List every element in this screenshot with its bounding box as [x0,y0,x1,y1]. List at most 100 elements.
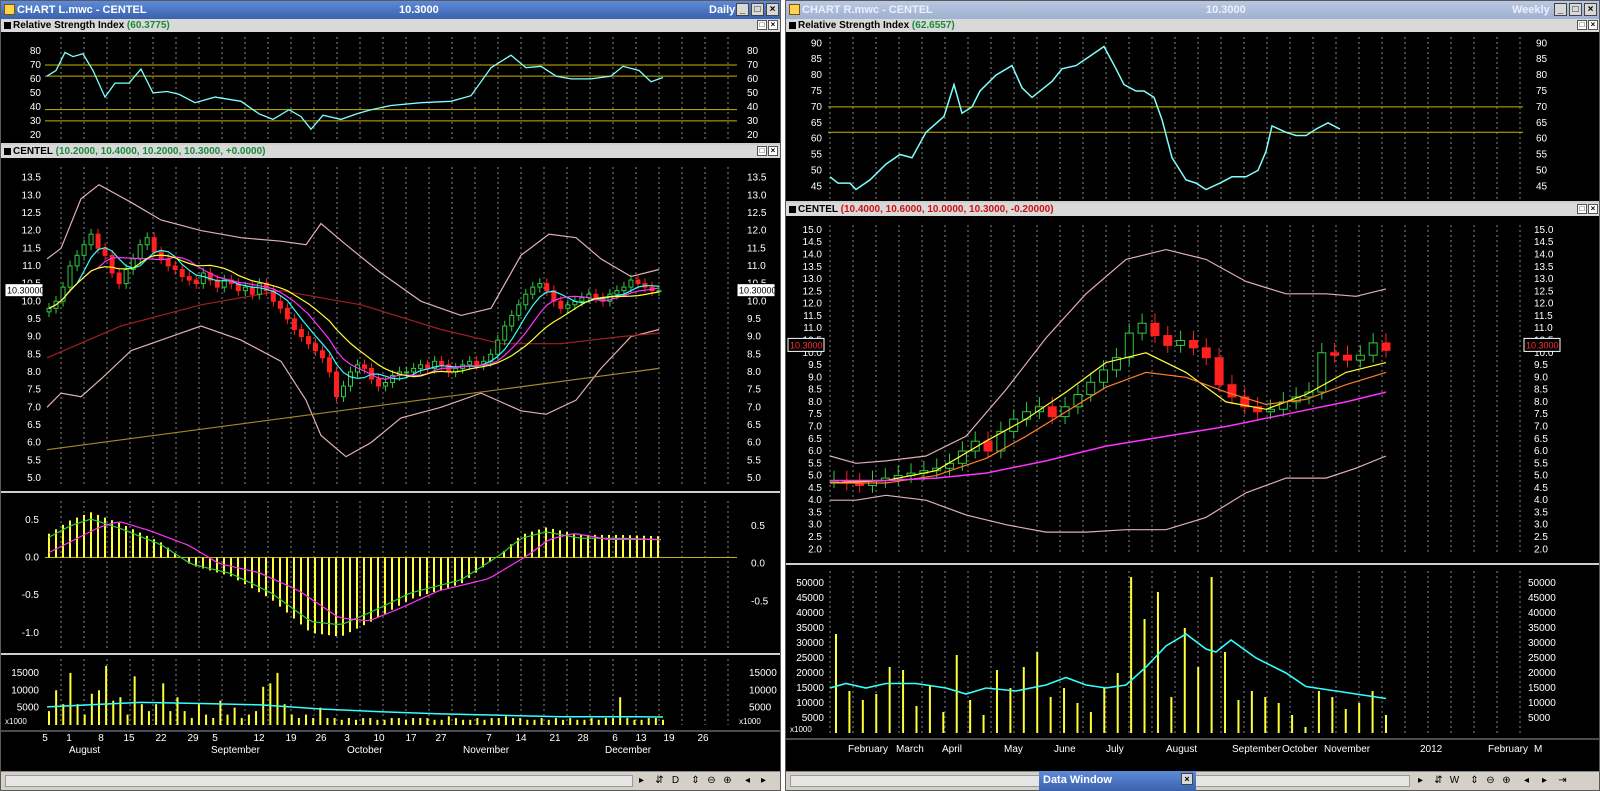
candle-body [249,286,255,295]
left-scrollbar[interactable]: ▸ ⇵ D ⇕ ⊖ ⊕ ◂ ▸ [1,771,780,790]
price-tick-left: 5.0 [27,473,41,484]
candle-body [621,286,627,292]
close-button[interactable]: × [1584,3,1597,16]
volume-tick-left: 35000 [796,623,824,634]
rsi-tick-right: 60 [747,74,759,85]
right-rsi-pane: Relative Strength Index (62.6557) □ × 90… [786,19,1599,201]
scale-icon[interactable]: ⇵ [653,775,666,787]
day-tick: 21 [549,733,561,744]
candle-body [102,247,108,256]
rsi-line [829,45,1341,191]
volume-tick-left: 15000 [796,683,824,694]
price-tick-left: 8.5 [808,385,822,396]
volume-tick-right: 50000 [1528,578,1556,589]
volume-tick-right: 35000 [1528,623,1556,634]
price-tick-right: 12.0 [1534,299,1554,310]
candle-body [1330,352,1340,356]
maximize-button[interactable]: □ [1569,3,1582,16]
price-tick-left: 6.0 [27,438,41,449]
price-tick-right: 11.0 [747,261,766,272]
price-tick-right: 14.5 [1534,237,1554,248]
day-tick: 13 [635,733,647,744]
right-volume-chart[interactable]: 50000 50000 45000 45000 40000 40000 35000 35000… [786,565,1600,774]
day-tick: 6 [612,733,618,744]
next-icon[interactable]: ▸ [1538,775,1551,787]
price-tick-right: 5.0 [747,473,761,484]
candle-body [1381,342,1391,351]
rsi-tick-right: 90 [1536,38,1548,49]
day-tick: 5 [42,733,48,744]
volume-tick-right: 15000 [1528,683,1556,694]
weekly-icon[interactable]: W [1448,775,1461,787]
price-tick-right: 9.5 [1534,360,1548,371]
left-chart-window: CHART L.mwc - CENTEL 10.3000 Daily _ □ ×… [0,0,781,791]
rsi-tick-left: 80 [811,70,823,81]
month-tick: August [1166,744,1197,755]
candle-body [593,293,599,299]
data-window-close-icon[interactable]: × [1181,773,1193,785]
right-window-interval: Weekly [1512,4,1550,16]
month-tick: September [211,745,261,756]
rsi-tick-right: 65 [1536,118,1548,129]
price-tick-left: 6.0 [808,446,822,457]
price-tick-left: 14.5 [803,237,823,248]
day-tick: 12 [253,733,265,744]
rsi-tick-left: 80 [30,46,42,57]
rsi-tick-left: 75 [811,86,823,97]
daily-icon[interactable]: D [669,775,682,787]
price-tick-left: 8.5 [27,349,41,360]
price-tick-right: 12.5 [747,208,767,219]
candle-body [418,364,424,369]
rsi-tick-left: 60 [811,134,823,145]
zoom-in-icon[interactable]: ⊕ [721,775,734,787]
zoom-out-icon[interactable]: ⊖ [1484,775,1497,787]
volume-average-line [829,633,1387,700]
scale-icon[interactable]: ⇵ [1432,775,1445,787]
prev-icon[interactable]: ◂ [741,775,754,787]
zoom-vert-icon[interactable]: ⇕ [1468,775,1481,787]
price-tick-right: 13.0 [747,190,767,201]
data-window-tab[interactable]: Data Window × [1039,771,1196,791]
last-icon[interactable]: ⇥ [1556,775,1569,787]
rsi-tick-left: 55 [811,150,823,161]
rsi-tick-left: 50 [30,88,42,99]
candle-body [88,233,94,246]
right-window-titlebar[interactable]: CHART R.mwc - CENTEL 10.3000 Weekly _ □ … [786,1,1599,19]
rsi-tick-left: 70 [30,60,42,71]
price-tick-right: 15.0 [1534,225,1554,236]
volume-tick-right: 40000 [1528,608,1556,619]
right-price-chart[interactable]: 15.0 15.014.5 14.514.0 14.013.5 13.513.0 13.0… [786,203,1600,563]
close-button[interactable]: × [766,3,779,16]
zoom-vert-icon[interactable]: ⇕ [689,775,702,787]
month-tick: February [848,744,888,755]
next-icon[interactable]: ▸ [757,775,770,787]
day-tick: 27 [435,733,447,744]
left-volume-chart[interactable]: 15000 15000 10000 10000 5000 5000 x1000 x1000 5 1… [1,655,781,774]
minimize-button[interactable]: _ [1554,3,1567,16]
zoom-out-icon[interactable]: ⊖ [705,775,718,787]
candle-body [179,268,185,278]
right-rsi-chart[interactable]: 90 90 85 85 80 80 75 75 70 70 65 65 60 60 55 55 50 50 45 45 [786,19,1600,201]
price-tick-left: 8.0 [808,397,822,408]
scroll-right-icon[interactable]: ▸ [635,775,648,787]
zoom-in-icon[interactable]: ⊕ [1500,775,1513,787]
left-rsi-chart[interactable]: 80 80 70 70 60 60 50 50 40 40 30 30 20 20 [1,19,781,143]
candle-body [467,360,473,366]
minimize-button[interactable]: _ [736,3,749,16]
month-tick: November [463,745,510,756]
left-macd-chart[interactable]: 0.5 0.0 -0.5 -1.0 0.5 0.0 -0.5 [1,493,781,653]
candle-body [495,339,501,355]
candle-body [516,304,522,316]
candle-body [1214,357,1224,386]
candle-body [1086,381,1096,396]
prev-icon[interactable]: ◂ [1520,775,1533,787]
scroll-right-icon[interactable]: ▸ [1414,775,1427,787]
price-tick-right: 14.0 [1534,249,1554,260]
left-price-chart[interactable]: 13.5 13.5 13.0 13.0 12.5 12.5 12.0 12.0 11.5 11.5… [1,145,781,491]
scroll-track[interactable] [5,775,633,787]
candle-body [340,385,346,398]
left-window-titlebar[interactable]: CHART L.mwc - CENTEL 10.3000 Daily _ □ × [1,1,780,19]
price-tick-left: 9.5 [27,314,41,325]
volume-tick-left: 5000 [17,703,40,714]
maximize-button[interactable]: □ [751,3,764,16]
